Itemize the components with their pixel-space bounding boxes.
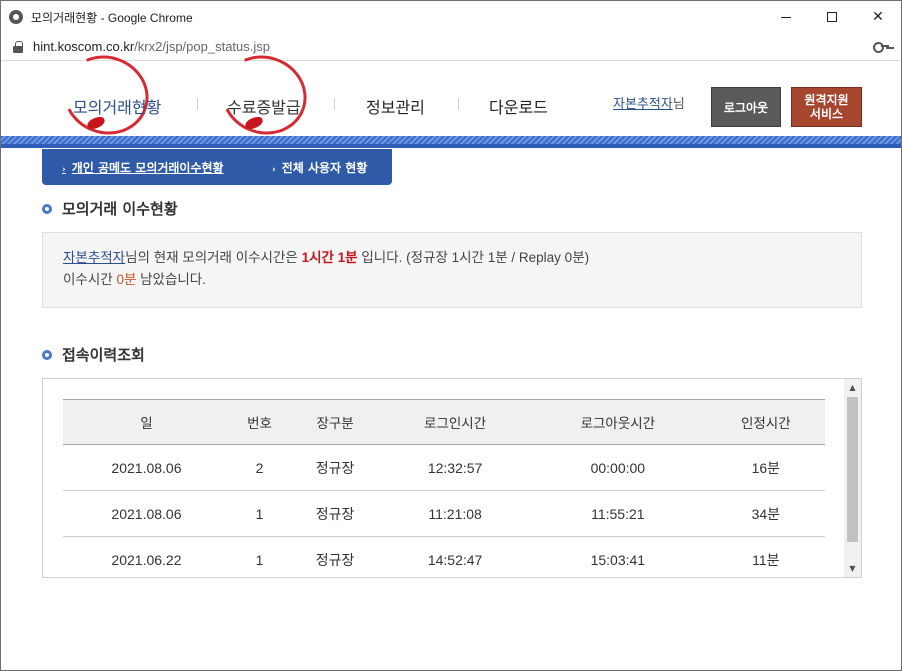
- col-credited-time: 인정시간: [706, 399, 825, 445]
- cell-login-time: 11:21:08: [381, 490, 530, 537]
- status-line-1: 자본추적자님의 현재 모의거래 이수시간은 1시간 1분 입니다. (정규장 1…: [63, 247, 841, 269]
- nav-certificate[interactable]: 수료증발급: [227, 94, 301, 118]
- table-row: 2021.06.22 1 정규장 14:52:47 15:03:41 11분: [63, 536, 825, 577]
- status-text: 입니다. (정규장 1시간 1분 / Replay 0분): [357, 250, 590, 265]
- remote-support-label: 원격지원 서비스: [804, 93, 848, 121]
- status-user-link[interactable]: 자본추적자: [63, 250, 125, 265]
- minimize-button[interactable]: [763, 1, 809, 33]
- cell-session: 정규장: [289, 490, 382, 537]
- history-table: 일 번호 장구분 로그인시간 로그아웃시간 인정시간 2021.08.06 2 …: [63, 399, 825, 577]
- cell-session: 정규장: [289, 444, 382, 491]
- section-heading: 모의거래 이수현황: [62, 200, 178, 218]
- user-suffix: 님: [672, 97, 685, 112]
- title-bar: 모의거래현황 - Google Chrome ✕: [1, 1, 901, 33]
- subnav-all-users[interactable]: › 전체 사용자 현황: [272, 159, 367, 176]
- scrollbar[interactable]: ▲ ▼: [844, 379, 861, 577]
- page-content: 모의거래현황 수료증발급 정보관리 다운로드 자본추적자님 로그아웃 원격지원 서…: [1, 43, 901, 670]
- col-date: 일: [63, 399, 230, 445]
- browser-window: 모의거래현황 - Google Chrome ✕ hint.koscom.co.…: [0, 0, 902, 671]
- scroll-down-icon[interactable]: ▼: [844, 560, 861, 577]
- section-heading: 접속이력조회: [62, 346, 145, 364]
- table-header-row: 일 번호 장구분 로그인시간 로그아웃시간 인정시간: [63, 399, 825, 445]
- chrome-icon: [9, 10, 23, 24]
- maximize-icon: [827, 12, 837, 22]
- logout-button[interactable]: 로그아웃: [711, 87, 781, 127]
- cell-credited-time: 34분: [706, 490, 825, 537]
- history-section-title: 접속이력조회: [42, 344, 145, 365]
- cell-logout-time: 15:03:41: [529, 536, 707, 577]
- bullet-icon: [42, 349, 52, 360]
- nav-divider: [334, 98, 335, 110]
- close-button[interactable]: ✕: [855, 1, 901, 33]
- table-row: 2021.08.06 1 정규장 11:21:08 11:55:21 34분: [63, 490, 825, 537]
- sub-nav: › 개인 공메도 모의거래이수현황 › 전체 사용자 현황: [42, 149, 392, 185]
- url-host: hint.koscom.co.kr: [33, 39, 135, 54]
- cell-session: 정규장: [289, 536, 382, 577]
- close-icon: ✕: [872, 9, 884, 25]
- remaining-time: 0분: [116, 272, 137, 287]
- cell-credited-time: 16분: [706, 444, 825, 491]
- chevron-right-icon: ›: [62, 165, 66, 175]
- status-text: 남았습니다.: [136, 272, 206, 287]
- status-summary: 자본추적자님의 현재 모의거래 이수시간은 1시간 1분 입니다. (정규장 1…: [42, 232, 862, 308]
- col-login-time: 로그인시간: [381, 399, 530, 445]
- nav-divider: [197, 98, 198, 110]
- scroll-thumb[interactable]: [847, 397, 858, 542]
- nav-trading-status[interactable]: 모의거래현황: [73, 94, 161, 118]
- cell-number: 1: [229, 536, 290, 577]
- user-name-link[interactable]: 자본추적자: [613, 97, 673, 112]
- maximize-button[interactable]: [809, 1, 855, 33]
- user-greeting: 자본추적자님: [613, 93, 685, 112]
- cell-credited-time: 11분: [706, 536, 825, 577]
- col-logout-time: 로그아웃시간: [529, 399, 707, 445]
- cell-date: 2021.08.06: [63, 444, 230, 491]
- cell-logout-time: 11:55:21: [529, 490, 707, 537]
- cell-date: 2021.06.22: [63, 536, 230, 577]
- remote-support-button[interactable]: 원격지원 서비스: [791, 87, 862, 127]
- cell-date: 2021.08.06: [63, 490, 230, 537]
- status-section-title: 모의거래 이수현황: [42, 198, 178, 219]
- nav-info-management[interactable]: 정보관리: [366, 94, 425, 118]
- history-panel: 일 번호 장구분 로그인시간 로그아웃시간 인정시간 2021.08.06 2 …: [42, 378, 862, 578]
- url-path: /krx2/jsp/pop_status.jsp: [134, 39, 271, 54]
- cell-number: 2: [229, 444, 290, 491]
- status-text: 이수시간: [63, 272, 117, 287]
- minimize-icon: [781, 16, 791, 18]
- cell-number: 1: [229, 490, 290, 537]
- key-icon[interactable]: [873, 41, 889, 53]
- cell-login-time: 12:32:57: [381, 444, 530, 491]
- nav-download[interactable]: 다운로드: [489, 94, 548, 118]
- lock-icon[interactable]: [13, 40, 23, 53]
- cell-login-time: 14:52:47: [381, 536, 530, 577]
- table-row: 2021.08.06 2 정규장 12:32:57 00:00:00 16분: [63, 444, 825, 491]
- col-number: 번호: [229, 399, 290, 445]
- chevron-right-icon: ›: [272, 165, 276, 175]
- remote-support-label-line2: 서비스: [809, 107, 844, 121]
- address-bar[interactable]: hint.koscom.co.kr/krx2/jsp/pop_status.js…: [1, 33, 901, 61]
- header-stripe: [1, 136, 901, 148]
- subnav-label: 개인 공메도 모의거래이수현황: [71, 161, 224, 175]
- subnav-label: 전체 사용자 현황: [281, 161, 368, 175]
- global-nav: 모의거래현황 수료증발급 정보관리 다운로드 자본추적자님 로그아웃 원격지원 서…: [1, 43, 901, 147]
- col-session: 장구분: [289, 399, 382, 445]
- completed-time: 1시간 1분: [301, 250, 358, 265]
- subnav-individual-status[interactable]: › 개인 공메도 모의거래이수현황: [62, 159, 224, 176]
- nav-divider: [458, 98, 459, 110]
- status-text: 님의 현재 모의거래 이수시간은: [125, 250, 302, 265]
- remote-support-label-line1: 원격지원: [804, 93, 849, 107]
- scroll-up-icon[interactable]: ▲: [844, 379, 861, 396]
- cell-logout-time: 00:00:00: [529, 444, 707, 491]
- status-line-2: 이수시간 0분 남았습니다.: [63, 269, 841, 291]
- window-controls: ✕: [763, 1, 901, 33]
- url-text[interactable]: hint.koscom.co.kr/krx2/jsp/pop_status.js…: [33, 39, 270, 54]
- bullet-icon: [42, 203, 52, 214]
- window-title: 모의거래현황 - Google Chrome: [31, 10, 193, 25]
